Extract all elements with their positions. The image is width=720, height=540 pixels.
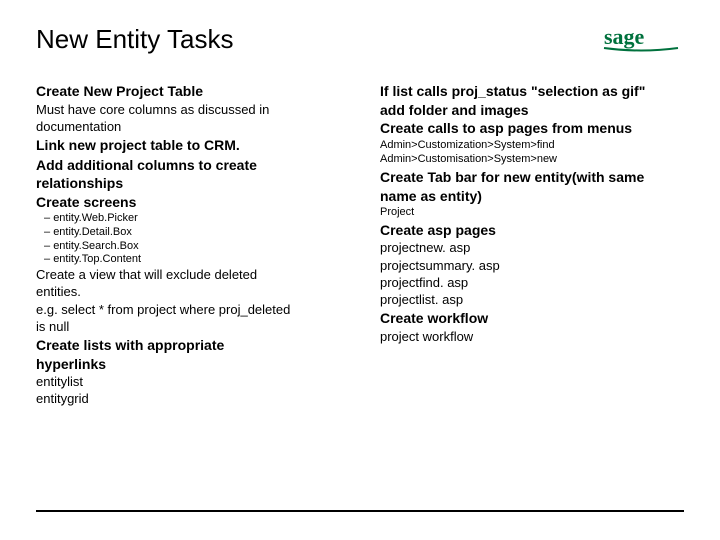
list-item: entity.Detail.Box <box>44 226 372 240</box>
heading-create-lists: Create lists with appropriate <box>36 337 372 355</box>
text: entitygrid <box>36 391 372 407</box>
list-item: entity.Search.Box <box>44 240 372 254</box>
logo-text-icon: sage <box>604 24 645 49</box>
text: Admin>Customization>System>find <box>380 139 684 153</box>
page-title: New Entity Tasks <box>36 24 233 55</box>
screens-list: entity.Web.Picker entity.Detail.Box enti… <box>36 212 372 267</box>
list-item: entity.Top.Content <box>44 253 372 267</box>
heading-if-list: If list calls proj_status "selection as … <box>380 83 684 101</box>
heading-create-asp: Create asp pages <box>380 222 684 240</box>
text: entitylist <box>36 374 372 390</box>
text: projectsummary. asp <box>380 258 684 274</box>
text: project workflow <box>380 329 684 345</box>
heading-link-crm: Link new project table to CRM. <box>36 137 372 155</box>
heading-add-columns: Add additional columns to create <box>36 157 372 175</box>
text: Must have core columns as discussed in <box>36 102 372 118</box>
text: entities. <box>36 284 372 300</box>
text: projectlist. asp <box>380 292 684 308</box>
text: projectnew. asp <box>380 240 684 256</box>
sage-logo: sage <box>598 22 684 61</box>
heading-create-table: Create New Project Table <box>36 83 372 101</box>
footer-divider <box>36 510 684 512</box>
heading-create-tab-2: name as entity) <box>380 188 684 206</box>
text: Project <box>380 206 684 220</box>
text: documentation <box>36 119 372 135</box>
heading-create-lists-2: hyperlinks <box>36 356 372 374</box>
heading-if-list-2: add folder and images <box>380 102 684 120</box>
heading-add-columns-2: relationships <box>36 175 372 193</box>
text: is null <box>36 319 372 335</box>
list-item: entity.Web.Picker <box>44 212 372 226</box>
heading-create-workflow: Create workflow <box>380 310 684 328</box>
left-column: Create New Project Table Must have core … <box>36 83 372 409</box>
text: projectfind. asp <box>380 275 684 291</box>
text: e.g. select * from project where proj_de… <box>36 302 372 318</box>
heading-create-tab: Create Tab bar for new entity(with same <box>380 169 684 187</box>
text: Admin>Customisation>System>new <box>380 153 684 167</box>
text: Create a view that will exclude deleted <box>36 267 372 283</box>
heading-create-calls: Create calls to asp pages from menus <box>380 120 684 138</box>
heading-create-screens: Create screens <box>36 194 372 212</box>
right-column: If list calls proj_status "selection as … <box>380 83 684 409</box>
